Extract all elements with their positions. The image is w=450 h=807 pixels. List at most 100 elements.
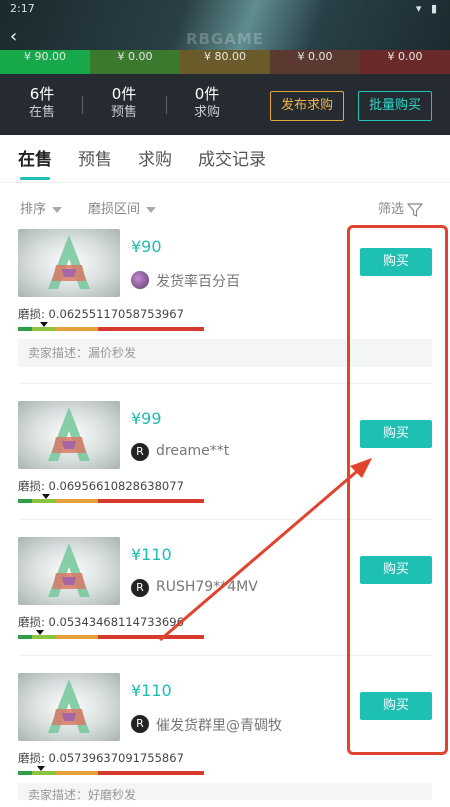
seller-description: 卖家描述：好磨秒发 xyxy=(18,783,432,802)
seller-avatar xyxy=(131,271,149,289)
divider xyxy=(82,96,83,114)
stat-wanted[interactable]: 0件 求购 xyxy=(179,84,235,122)
tab-trade-history[interactable]: 成交记录 xyxy=(198,145,266,170)
wear-bar-segment xyxy=(18,771,32,775)
arrow-head xyxy=(350,458,372,478)
stat-label: 预售 xyxy=(110,105,137,120)
divider xyxy=(18,519,432,520)
item-price: ¥99 xyxy=(131,409,162,428)
stat-label: 求购 xyxy=(193,105,220,120)
stat-count: 6件 xyxy=(29,85,55,103)
seller-description: 卖家描述：漏价秒发 xyxy=(18,339,432,367)
wear-bar-segment xyxy=(56,771,98,775)
caret-down-icon xyxy=(146,206,157,213)
stat-on-sale[interactable]: 6件 在售 xyxy=(14,84,70,122)
wear-bar xyxy=(18,322,204,331)
funnel-icon xyxy=(407,202,423,217)
price-strip-segment: ¥ 0.00 xyxy=(90,50,180,74)
wear-bar-segment xyxy=(98,327,204,331)
price-strip-segment: ¥ 0.00 xyxy=(360,50,450,74)
seller-name[interactable]: 催发货群里@青碉牧 xyxy=(156,715,282,735)
status-icons: ▾ ▮ xyxy=(415,2,440,15)
wear-marker xyxy=(42,494,51,499)
wear-bar-segment xyxy=(56,327,98,331)
tab-bar: 在售 预售 求购 成交记录 xyxy=(0,135,450,183)
brand-watermark: RBGAME xyxy=(185,30,265,48)
item-thumbnail xyxy=(18,537,120,605)
wear-range-label: 磨损区间 xyxy=(88,202,141,217)
price-strip-segment: ¥ 90.00 xyxy=(0,50,90,74)
filter-label: 筛选 xyxy=(378,202,405,217)
buy-button[interactable]: 购买 xyxy=(360,692,432,720)
status-bar: 2:17 ▾ ▮ xyxy=(10,2,440,16)
wear-bar xyxy=(18,630,204,639)
price-strip: ¥ 90.00 ¥ 0.00 ¥ 80.00 ¥ 0.00 ¥ 0.00 xyxy=(0,50,450,74)
wear-marker xyxy=(37,766,46,771)
sticker-icon xyxy=(48,235,90,289)
divider xyxy=(166,96,167,114)
seller-name[interactable]: RUSH79**4MV xyxy=(156,579,258,595)
sticker-icon xyxy=(48,407,90,461)
sort-label: 排序 xyxy=(20,202,47,217)
caret-down-icon xyxy=(52,206,63,213)
tab-presale[interactable]: 预售 xyxy=(78,145,112,170)
status-time: 2:17 xyxy=(10,2,35,15)
stat-label: 在售 xyxy=(28,105,55,120)
batch-buy-button[interactable]: 批量购买 xyxy=(358,91,432,121)
price-strip-segment: ¥ 80.00 xyxy=(180,50,270,74)
item-price: ¥90 xyxy=(131,237,162,256)
item-thumbnail xyxy=(18,673,120,741)
wear-bar-segment xyxy=(32,499,56,503)
wear-marker xyxy=(39,322,48,327)
divider xyxy=(18,655,432,656)
wear-marker xyxy=(35,630,44,635)
tab-wanted[interactable]: 求购 xyxy=(138,145,172,170)
item-thumbnail xyxy=(18,229,120,297)
buy-button[interactable]: 购买 xyxy=(360,248,432,276)
wear-bar-segment xyxy=(18,635,32,639)
filter-button[interactable]: 筛选 xyxy=(378,198,423,218)
wear-bar-segment xyxy=(18,327,32,331)
buy-button[interactable]: 购买 xyxy=(360,420,432,448)
header: 2:17 ▾ ▮ ‹ RBGAME ¥ 90.00 ¥ 0.00 ¥ 80.00… xyxy=(0,0,450,135)
wear-bar-segment xyxy=(32,771,56,775)
seller-avatar: R xyxy=(131,579,149,597)
divider xyxy=(18,383,432,384)
seller-name[interactable]: 发货率百分百 xyxy=(156,271,240,291)
seller-name[interactable]: dreame**t xyxy=(156,443,229,459)
wear-bar xyxy=(18,494,204,503)
wear-value: 磨损: 0.06956610828638077 xyxy=(18,479,184,493)
seller-avatar: R xyxy=(131,443,149,461)
stats-row: 6件 在售 0件 预售 0件 求购 发布求购 批量购买 xyxy=(0,76,450,134)
arrow-line xyxy=(159,465,363,642)
item-price: ¥110 xyxy=(131,545,172,564)
sticker-icon xyxy=(48,679,90,733)
item-price: ¥110 xyxy=(131,681,172,700)
buy-button[interactable]: 购买 xyxy=(360,556,432,584)
tab-on-sale[interactable]: 在售 xyxy=(18,145,52,170)
seller-avatar: R xyxy=(131,715,149,733)
wear-value: 磨损: 0.06255117058753967 xyxy=(18,307,184,321)
wear-bar-segment xyxy=(18,499,32,503)
sticker-icon xyxy=(48,543,90,597)
wear-bar-segment xyxy=(56,499,98,503)
wear-value: 磨损: 0.05739637091755867 xyxy=(18,751,184,765)
wear-bar-segment xyxy=(98,635,204,639)
wear-bar-segment xyxy=(56,635,98,639)
header-banner: 2:17 ▾ ▮ ‹ RBGAME xyxy=(0,0,450,50)
wear-value: 磨损: 0.05343468114733696 xyxy=(18,615,184,629)
stat-count: 0件 xyxy=(194,85,220,103)
wear-bar-segment xyxy=(32,327,56,331)
filter-row: 排序 磨损区间 筛选 xyxy=(0,190,450,222)
wear-range-dropdown[interactable]: 磨损区间 xyxy=(88,198,157,217)
wear-bar-segment xyxy=(98,771,204,775)
tab-active-indicator xyxy=(20,177,50,180)
highlight-box xyxy=(347,225,448,755)
item-thumbnail xyxy=(18,401,120,469)
price-strip-segment: ¥ 0.00 xyxy=(270,50,360,74)
stat-count: 0件 xyxy=(111,85,137,103)
sort-dropdown[interactable]: 排序 xyxy=(20,198,63,217)
stat-presale[interactable]: 0件 预售 xyxy=(96,84,152,122)
wear-bar xyxy=(18,766,204,775)
publish-request-button[interactable]: 发布求购 xyxy=(270,91,344,121)
